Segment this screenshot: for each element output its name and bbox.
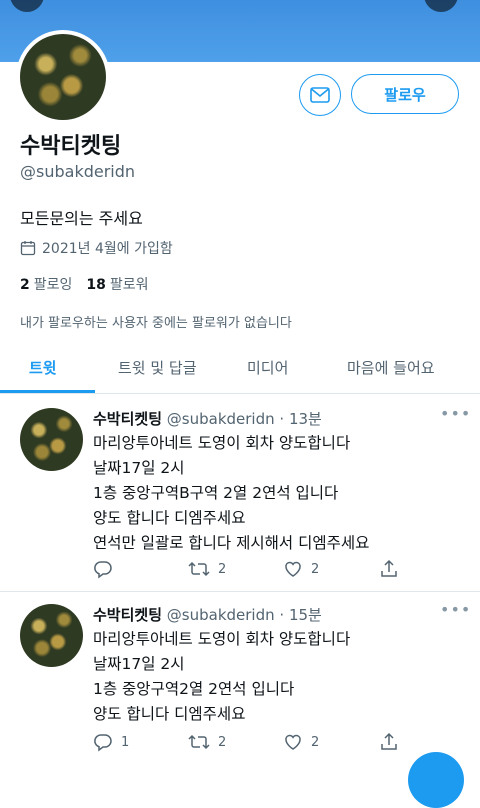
retweet-button[interactable]: 2 (188, 559, 226, 579)
like-count: 2 (311, 734, 320, 750)
like-count: 2 (311, 561, 320, 577)
retweet-count: 2 (218, 734, 227, 750)
tweet-text: 마리앙투아네트 도영이 회차 양도합니다 날짜17일 2시 1층 중앙구역2열 … (93, 627, 350, 727)
share-icon (379, 732, 399, 752)
profile-tabs: 트윗 트윗 및 답글 미디어 마음에 들어요 (0, 345, 480, 394)
compose-tweet-button[interactable] (408, 752, 464, 808)
followers-count: 18 (86, 277, 106, 293)
tweet-text: 마리앙투아네트 도영이 회차 양도합니다 날짜17일 2시 1층 중앙구역B구역… (93, 431, 369, 556)
follow-button[interactable]: 팔로우 (351, 74, 459, 114)
message-button[interactable] (299, 74, 341, 116)
tab-likes[interactable]: 마음에 들어요 (347, 357, 435, 378)
tweet-header: 수박티켓팅 @subakderidn · 15분 (93, 604, 322, 625)
tweet-avatar[interactable] (20, 408, 83, 471)
following-label: 팔로잉 (33, 277, 73, 293)
profile-name: 수박티켓팅 (20, 134, 122, 159)
tweet-header: 수박티켓팅 @subakderidn · 13분 (93, 408, 322, 429)
tweet-line: 양도 합니다 디엠주세요 (93, 705, 246, 723)
joined-date-text: 2021년 4월에 가입함 (42, 241, 173, 257)
tab-media[interactable]: 미디어 (247, 357, 288, 378)
following-count: 2 (20, 277, 30, 293)
tweet-actions: 1 2 2 (93, 732, 413, 754)
joined-date: 2021년 4월에 가입함 (20, 238, 173, 258)
following-link[interactable]: 2 팔로잉 (20, 274, 72, 294)
share-button[interactable] (379, 559, 399, 579)
calendar-icon (20, 240, 36, 256)
tweet-line: 1층 중앙구역2열 2연석 입니다 (93, 680, 295, 698)
tweet-divider (0, 591, 480, 592)
profile-bio: 모든문의는 주세요 (20, 209, 143, 228)
followers-link[interactable]: 18 팔로워 (86, 274, 148, 294)
retweet-count: 2 (218, 561, 227, 577)
back-button[interactable] (10, 0, 44, 12)
profile-handle: @subakderidn (20, 162, 136, 181)
mail-icon (310, 87, 330, 103)
tweet-avatar[interactable] (20, 604, 83, 667)
more-menu-button[interactable] (424, 0, 458, 12)
followers-label: 팔로워 (109, 277, 149, 293)
like-icon (283, 559, 303, 579)
tweet-line: 마리앙투아네트 도영이 회차 양도합니다 (93, 630, 351, 648)
active-tab-indicator (0, 390, 95, 393)
like-icon (283, 732, 303, 752)
followers-you-know-note: 내가 팔로우하는 사용자 중에는 팔로워가 없습니다 (20, 316, 292, 331)
reply-icon (93, 559, 113, 579)
profile-avatar[interactable] (16, 30, 110, 124)
tweet-line: 양도 합니다 디엠주세요 (93, 509, 246, 527)
tweet-line: 연석만 일괄로 합니다 제시해서 디엠주세요 (93, 534, 370, 552)
tweet-author-name[interactable]: 수박티켓팅 (93, 606, 162, 624)
more-icon[interactable]: ••• (440, 600, 471, 619)
share-button[interactable] (379, 732, 399, 752)
reply-icon (93, 732, 113, 752)
more-icon[interactable]: ••• (440, 404, 471, 423)
tab-tweets[interactable]: 트윗 (29, 357, 57, 378)
retweet-icon (188, 559, 210, 579)
tweet-line: 날짜17일 2시 (93, 655, 185, 673)
tweet-time[interactable]: · 13분 (279, 410, 321, 428)
tweet-author-handle: @subakderidn (166, 606, 275, 624)
share-icon (379, 559, 399, 579)
reply-count: 1 (121, 734, 130, 750)
retweet-button[interactable]: 2 (188, 732, 226, 752)
tweet-author-name[interactable]: 수박티켓팅 (93, 410, 162, 428)
reply-button[interactable]: 1 (93, 732, 129, 752)
like-button[interactable]: 2 (283, 559, 319, 579)
tweet-author-handle: @subakderidn (166, 410, 275, 428)
tweet-actions: 2 2 (93, 559, 413, 581)
tweet-time[interactable]: · 15분 (279, 606, 321, 624)
follow-stats: 2 팔로잉 18 팔로워 (20, 274, 149, 294)
retweet-icon (188, 732, 210, 752)
like-button[interactable]: 2 (283, 732, 319, 752)
tab-tweets-and-replies[interactable]: 트윗 및 답글 (118, 357, 197, 378)
tweet-line: 날짜17일 2시 (93, 459, 185, 477)
tweet-line: 마리앙투아네트 도영이 회차 양도합니다 (93, 434, 351, 452)
reply-button[interactable] (93, 559, 121, 579)
tweet-line: 1층 중앙구역B구역 2열 2연석 입니다 (93, 484, 339, 502)
